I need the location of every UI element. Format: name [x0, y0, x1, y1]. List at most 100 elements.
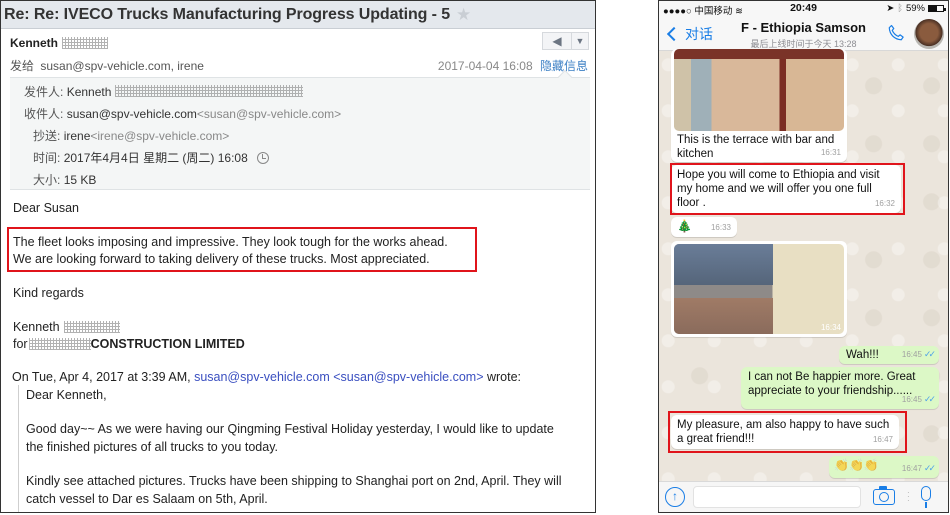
double-check-icon: ✓✓	[923, 394, 936, 404]
to-label: 发给	[10, 59, 35, 73]
chat-nav-bar: 对话 F - Ethiopia Samson 最后上线时间于今天 13:28	[659, 17, 948, 51]
reply-button[interactable]: ◀	[543, 33, 572, 49]
message-bubble-outgoing[interactable]: I can not Be happier more. Great appreci…	[741, 367, 939, 409]
quoted-message: Dear Kenneth, Good day~~ As we were havi…	[18, 385, 592, 512]
star-icon[interactable]: ★	[456, 6, 471, 23]
recipients-line: 发给 susan@spv-vehicle.com, irene	[10, 57, 204, 74]
signature-company: for CONSTRUCTION LIMITED	[13, 335, 245, 353]
double-check-icon: ✓✓	[923, 349, 936, 359]
quote-sender-link[interactable]: susan@spv-vehicle.com	[194, 370, 330, 384]
quote-header: On Tue, Apr 4, 2017 at 3:39 AM, susan@sp…	[12, 370, 521, 384]
message-input[interactable]	[693, 486, 861, 508]
signature-name: Kenneth	[13, 318, 120, 336]
highlight-annotation-box	[670, 163, 905, 215]
cc-label: 抄送:	[33, 129, 61, 143]
microphone-icon[interactable]	[921, 486, 931, 508]
quote-para1-line2: the finished pictures of all trucks to y…	[26, 440, 278, 454]
email-details-panel: 发件人: Kenneth 收件人: susan@spv-vehicle.com<…	[10, 69, 590, 190]
quote-para2-line1: Kindly see attached pictures. Trucks hav…	[26, 474, 562, 488]
sig-for: for	[13, 337, 28, 351]
message-bubble-incoming[interactable]: 🎄 16:33	[671, 217, 737, 237]
phone-call-icon[interactable]	[887, 24, 905, 42]
ios-status-bar: ●●●●○ 中国移动 ≋ 20:49 ➤ ᛒ 59%	[659, 1, 948, 17]
email-date: 2017-04-04 16:08	[437, 59, 533, 73]
message-time: 16:33	[710, 223, 731, 232]
camera-icon[interactable]	[873, 486, 895, 505]
message-bubble-outgoing[interactable]: 👏👏👏 16:47 ✓✓	[829, 456, 939, 478]
message-text: Wah!!!	[846, 349, 879, 361]
battery-percent: 59%	[905, 3, 925, 14]
message-actions: ◀ ▼	[542, 32, 589, 50]
highlight-annotation-box	[7, 227, 477, 272]
separator-dots: · · ·	[907, 488, 910, 505]
quote-sender-address-link[interactable]: <susan@spv-vehicle.com>	[333, 370, 483, 384]
tree-emoji: 🎄	[677, 219, 692, 233]
email-panel: Re: Re: IVECO Trucks Manufacturing Progr…	[0, 0, 596, 513]
quote-para2-line2: catch vessel to Dar es Salaam on 5th, Ap…	[26, 492, 268, 506]
message-time: 16:45 ✓✓	[901, 349, 936, 359]
redacted-text	[28, 338, 91, 350]
quote-header-prefix: On Tue, Apr 4, 2017 at 3:39 AM,	[12, 370, 191, 384]
redacted-text	[62, 37, 108, 49]
message-bubble-incoming[interactable]: This is the terrace with bar and kitchen…	[671, 49, 847, 162]
status-right: ➤ ᛒ 59%	[886, 3, 946, 14]
message-time: 16:45 ✓✓	[901, 394, 936, 404]
sender-name: Kenneth	[10, 36, 58, 50]
more-actions-button[interactable]: ▼	[572, 33, 588, 49]
time-label: 时间:	[33, 151, 61, 165]
battery-icon	[928, 5, 946, 12]
highlight-annotation-box	[668, 411, 907, 453]
quote-greeting: Dear Kenneth,	[26, 388, 107, 402]
to-detail-name: susan@spv-vehicle.com	[66, 107, 197, 121]
upload-arrow-icon[interactable]: ↑	[665, 487, 685, 507]
history-clock-icon[interactable]	[257, 152, 270, 164]
bluetooth-icon: ᛒ	[897, 3, 903, 14]
chevron-down-icon: ▼	[575, 36, 585, 46]
sender: Kenneth	[10, 36, 108, 50]
from-value: Kenneth	[66, 85, 112, 99]
to-detail-label: 收件人:	[24, 107, 64, 121]
room-photo[interactable]	[674, 244, 844, 334]
detail-from: 发件人: Kenneth	[24, 84, 304, 100]
location-icon: ➤	[886, 3, 895, 14]
clap-emoji: 👏👏👏	[834, 458, 879, 472]
whatsapp-panel: ●●●●○ 中国移动 ≋ 20:49 ➤ ᛒ 59% 对话 F - Ethiop…	[658, 0, 949, 513]
message-bubble-incoming[interactable]: 16:34	[671, 241, 847, 337]
to-value: susan@spv-vehicle.com, irene	[40, 59, 204, 73]
message-caption-line: kitchen	[677, 148, 714, 160]
quote-para1-line1: Good day~~ As we were having our Qingmin…	[26, 422, 554, 436]
detail-size: 大小: 15 KB	[33, 172, 96, 188]
from-label: 发件人:	[24, 85, 64, 99]
cc-name: irene	[63, 129, 91, 143]
detail-time: 时间: 2017年4月4日 星期二 (周二) 16:08	[33, 150, 270, 166]
reply-icon: ◀	[552, 34, 562, 48]
to-detail-address: <susan@spv-vehicle.com>	[196, 107, 342, 121]
greeting: Dear Susan	[13, 201, 80, 215]
size-label: 大小:	[33, 173, 61, 187]
message-bubble-outgoing[interactable]: Wah!!! 16:45 ✓✓	[839, 346, 939, 364]
message-time: 16:34	[820, 323, 841, 332]
redacted-text	[115, 85, 304, 97]
message-text: I can not Be happier more. Great	[748, 371, 916, 383]
quote-header-suffix: wrote:	[486, 370, 522, 384]
terrace-photo[interactable]	[674, 49, 844, 131]
email-header: Kenneth 发给 susan@spv-vehicle.com, irene …	[1, 29, 595, 77]
message-time: 16:47 ✓✓	[901, 463, 936, 473]
sig-company: CONSTRUCTION LIMITED	[90, 337, 245, 351]
message-input-bar: ↑ · · ·	[659, 481, 948, 512]
contact-avatar[interactable]	[914, 19, 944, 49]
sig-name: Kenneth	[13, 320, 60, 334]
time-value: 2017年4月4日 星期二 (周二) 16:08	[63, 151, 248, 165]
detail-cc: 抄送: irene<irene@spv-vehicle.com>	[33, 128, 229, 144]
size-value: 15 KB	[63, 173, 97, 187]
message-text: appreciate to your friendship......	[748, 385, 913, 397]
closing: Kind regards	[13, 286, 84, 300]
detail-to: 收件人: susan@spv-vehicle.com<susan@spv-veh…	[24, 106, 341, 122]
cc-address: <irene@spv-vehicle.com>	[90, 129, 230, 143]
message-caption-line: This is the terrace with bar and	[677, 134, 835, 146]
double-check-icon: ✓✓	[923, 463, 936, 473]
email-title-bar: Re: Re: IVECO Trucks Manufacturing Progr…	[1, 1, 595, 29]
message-time: 16:31	[820, 148, 841, 157]
email-subject: Re: Re: IVECO Trucks Manufacturing Progr…	[4, 5, 451, 23]
redacted-text	[63, 321, 120, 333]
